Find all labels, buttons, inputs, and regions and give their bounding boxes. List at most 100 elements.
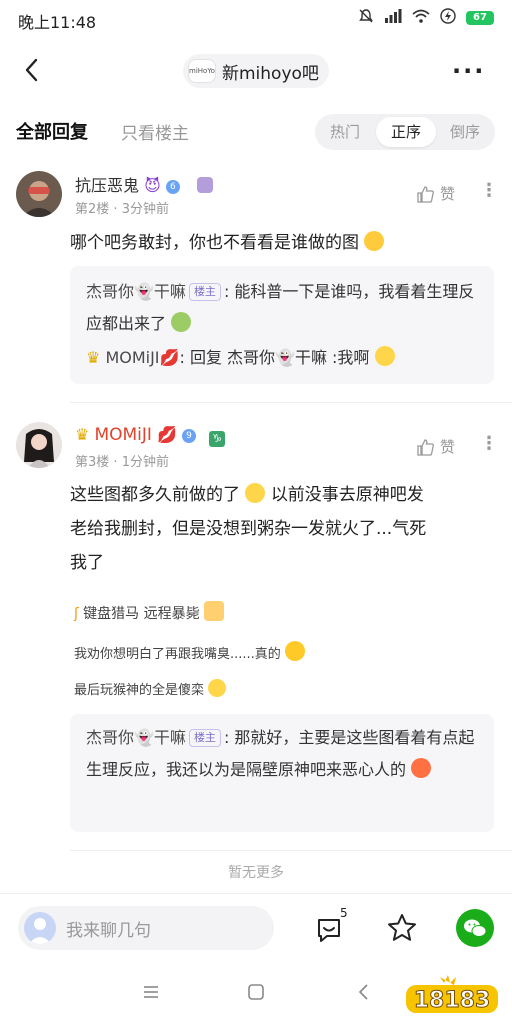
comment-button[interactable]: 5 bbox=[312, 906, 352, 946]
post-text-line: 我了 bbox=[70, 553, 104, 573]
chevron-left-icon bbox=[25, 58, 38, 82]
signature-line: ʃ 键盘猎马 远程暴毙 bbox=[74, 601, 225, 623]
floor-number: 第3楼 bbox=[75, 455, 110, 470]
nav-back-icon[interactable] bbox=[355, 983, 373, 1005]
signature-line: 最后玩猴神的全是傻栾 bbox=[74, 679, 227, 698]
devil-emoji-icon: 😈 bbox=[144, 176, 161, 195]
charging-icon bbox=[440, 8, 456, 28]
like-button[interactable]: 赞 bbox=[416, 183, 455, 204]
horse-icon: ʃ bbox=[74, 606, 79, 622]
post-text: 这些图都多久前做的了 以前没事去原神吧发 老给我删封，但是没想到粥杂一发就火了.… bbox=[70, 478, 500, 580]
reply-author[interactable]: 杰哥你👻干嘛 bbox=[86, 282, 186, 301]
like-label: 赞 bbox=[440, 438, 456, 456]
tab-op-only[interactable]: 只看楼主 bbox=[121, 119, 189, 144]
system-nav-bar: 18183 bbox=[0, 965, 512, 1024]
post-text-segment: 这些图都多久前做的了 bbox=[70, 485, 240, 505]
smile-emoji-icon bbox=[374, 346, 395, 366]
floor-number: 第2楼 bbox=[75, 202, 110, 217]
op-tag: 楼主 bbox=[188, 283, 221, 301]
sunglasses-emoji-icon bbox=[284, 641, 305, 661]
home-icon[interactable] bbox=[247, 983, 265, 1005]
like-button[interactable]: 赞 bbox=[416, 436, 455, 457]
comment-count: 5 bbox=[340, 906, 348, 920]
post-divider bbox=[70, 402, 512, 403]
like-label: 赞 bbox=[440, 185, 456, 203]
forum-logo: miHoYo bbox=[188, 59, 216, 83]
post-username[interactable]: 抗压恶鬼 😈 6 bbox=[75, 172, 213, 196]
sick-emoji-icon bbox=[171, 312, 192, 332]
watermark-text: 18183 bbox=[414, 988, 491, 1013]
sort-ascending[interactable]: 正序 bbox=[376, 117, 436, 147]
star-icon bbox=[388, 914, 416, 941]
wechat-icon bbox=[464, 919, 487, 937]
level-badge: 6 bbox=[165, 180, 180, 194]
forum-title-pill[interactable]: miHoYo 新mihoyo吧 bbox=[183, 54, 329, 88]
thinking-emoji-icon bbox=[245, 483, 266, 503]
sort-toggle: 热门 正序 倒序 bbox=[315, 114, 495, 150]
post-menu-icon[interactable]: ⋮ bbox=[480, 435, 498, 453]
status-bar: 晚上11:48 67 bbox=[0, 0, 512, 38]
status-icons: 67 bbox=[358, 8, 494, 28]
title-badge-icon bbox=[196, 177, 213, 193]
reply-item[interactable]: ♛ MOMiJI💋: 回复 杰哥你👻干嘛 :我啊 bbox=[86, 342, 486, 374]
reply-input[interactable]: 我来聊几句 bbox=[18, 906, 274, 950]
forum-title: 新mihoyo吧 bbox=[222, 63, 319, 84]
angry-emoji-icon bbox=[411, 758, 432, 778]
post-time: 1分钟前 bbox=[121, 455, 169, 470]
reply-author[interactable]: MOMiJI💋 bbox=[105, 348, 179, 367]
tab-all-replies[interactable]: 全部回复 bbox=[16, 118, 88, 144]
post-text-segment: 以前没事去原神吧发 bbox=[270, 485, 424, 505]
no-more-label: 暂无更多 bbox=[228, 865, 284, 881]
username-text: 抗压恶鬼 bbox=[75, 176, 140, 195]
thumbs-up-icon bbox=[417, 438, 434, 456]
username-text: MOMiJI bbox=[94, 425, 152, 445]
post-text: 哪个吧务敢封，你也不看看是谁做的图 bbox=[70, 226, 385, 260]
sort-descending[interactable]: 倒序 bbox=[435, 114, 495, 150]
level-badge: 9 bbox=[182, 429, 197, 443]
avatar[interactable] bbox=[16, 422, 62, 468]
user-avatar-icon bbox=[24, 912, 56, 944]
reply-text: 回复 杰哥你👻干嘛 :我啊 bbox=[189, 348, 370, 367]
crown-icon: ♛ bbox=[86, 348, 101, 367]
post-meta: 第2楼 · 3分钟前 bbox=[75, 202, 169, 217]
reply-box[interactable]: 杰哥你👻干嘛 楼主: 能科普一下是谁吗，我看着生理反应都出来了 ♛ MOMiJI💋… bbox=[70, 266, 494, 384]
grin-emoji-icon bbox=[208, 679, 227, 697]
signature-text: 我劝你想明白了再跟我嘴臭......真的 bbox=[74, 647, 281, 662]
signature-line: 我劝你想明白了再跟我嘴臭......真的 bbox=[74, 641, 305, 662]
thumbs-up-icon bbox=[417, 185, 434, 203]
reply-placeholder: 我来聊几句 bbox=[66, 920, 151, 941]
crown-icon: ♛ bbox=[75, 425, 90, 444]
more-options-icon[interactable]: ··· bbox=[452, 58, 492, 84]
reply-author[interactable]: 杰哥你👻干嘛 bbox=[86, 728, 186, 747]
reply-item[interactable]: 杰哥你👻干嘛 楼主: 能科普一下是谁吗，我看着生理反应都出来了 bbox=[86, 276, 486, 340]
post-text-line: 这些图都多久前做的了 以前没事去原神吧发 bbox=[70, 478, 500, 512]
post-meta: 第3楼 · 1分钟前 bbox=[75, 455, 169, 470]
reply-item[interactable]: 杰哥你👻干嘛 楼主: 那就好，主要是这些图看着有点起生理反应，我还以为是隔壁原神吧… bbox=[86, 722, 480, 786]
post-divider bbox=[70, 850, 512, 851]
lips-emoji-icon: 💋 bbox=[157, 425, 177, 444]
zodiac-badge-icon: ♑ bbox=[209, 431, 226, 447]
signature-text: 最后玩猴神的全是傻栾 bbox=[74, 683, 205, 698]
post-text-content: 哪个吧务敢封，你也不看看是谁做的图 bbox=[70, 233, 359, 253]
post-username[interactable]: ♛ MOMiJI 💋 9 ♑ bbox=[75, 425, 226, 447]
battery-icon: 67 bbox=[466, 11, 494, 25]
avatar[interactable] bbox=[16, 171, 62, 217]
menu-icon[interactable] bbox=[142, 983, 160, 1005]
sort-hot[interactable]: 热门 bbox=[315, 114, 375, 150]
post-text-line: 老给我删封，但是没想到粥杂一发就火了...气死 bbox=[70, 519, 427, 539]
rock-hand-emoji-icon bbox=[204, 601, 225, 621]
signal-icon bbox=[384, 9, 402, 27]
mute-icon bbox=[358, 8, 374, 28]
watermark-logo: 18183 bbox=[404, 973, 500, 1017]
post-menu-icon[interactable]: ⋮ bbox=[480, 182, 498, 200]
wifi-icon bbox=[412, 9, 430, 27]
status-time: 晚上11:48 bbox=[18, 13, 97, 32]
back-button[interactable] bbox=[16, 52, 52, 88]
reply-box[interactable]: 杰哥你👻干嘛 楼主: 那就好，主要是这些图看着有点起生理反应，我还以为是隔壁原神吧… bbox=[70, 714, 494, 832]
favorite-button[interactable] bbox=[386, 912, 418, 944]
signature-text: 键盘猎马 远程暴毙 bbox=[83, 606, 200, 622]
op-tag: 楼主 bbox=[188, 729, 221, 747]
smirk-emoji-icon bbox=[364, 231, 385, 251]
wechat-share-button[interactable] bbox=[456, 909, 494, 947]
post-time: 3分钟前 bbox=[121, 202, 169, 217]
